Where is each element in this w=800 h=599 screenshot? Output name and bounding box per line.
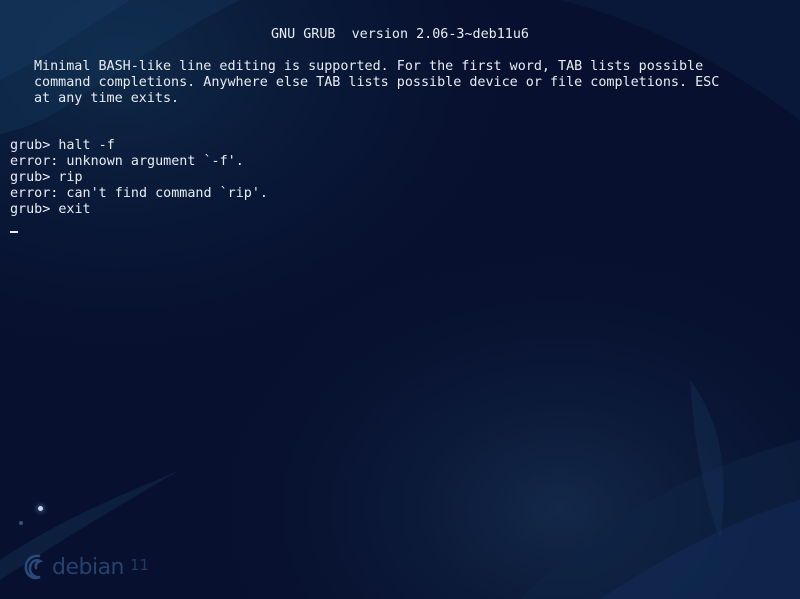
intro-line: command completions. Anywhere else TAB l… (34, 75, 720, 90)
debian-logo: debian 11 (22, 550, 149, 584)
console-line-error: error: unknown argument `-f'. (10, 154, 244, 169)
text-cursor[interactable] (10, 231, 18, 233)
intro-line: Minimal BASH-like line editing is suppor… (34, 59, 704, 74)
debian-version: 11 (130, 556, 150, 574)
console-line-error: error: can't find command `rip'. (10, 186, 268, 201)
debian-wordmark: debian (52, 554, 125, 580)
console-line-command: grub> halt -f (10, 138, 115, 153)
grub-version-header: GNU GRUB version 2.06-3~deb11u6 (271, 27, 529, 42)
console-line-command: grub> exit (10, 202, 91, 217)
console-line-command: grub> rip (10, 170, 83, 185)
debian-swirl-icon (24, 554, 44, 580)
intro-line: at any time exits. (34, 91, 180, 106)
grub-console[interactable]: GNU GRUB version 2.06-3~deb11u6 Minimal … (0, 0, 800, 599)
